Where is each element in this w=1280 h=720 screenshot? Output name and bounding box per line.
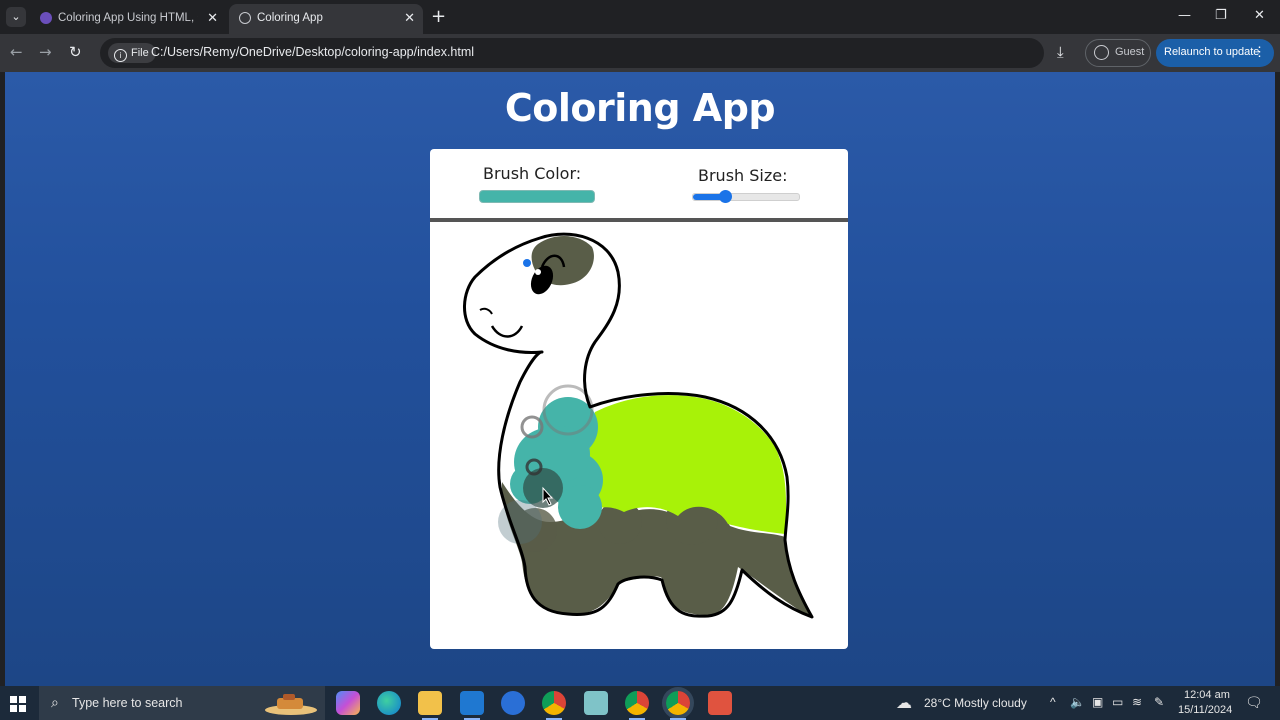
restore-icon[interactable]: ❐ [1215, 8, 1227, 23]
search-placeholder: Type here to search [72, 696, 183, 710]
more-menu-icon[interactable]: ⋮ [1253, 44, 1266, 60]
pen-icon[interactable]: ✎ [1154, 695, 1164, 709]
download-icon[interactable]: ⤓ [1057, 43, 1064, 61]
tab-title: Coloring App Using HTML, CSS [58, 12, 198, 24]
search-highlight-art-icon [265, 694, 317, 715]
tab-title: Coloring App [257, 12, 323, 24]
app-favicon-icon [40, 12, 52, 24]
tab-coloring-app-tutorial[interactable]: Coloring App Using HTML, CSS ✕ [30, 4, 226, 34]
app-card: Brush Color: Brush Size: [430, 149, 848, 649]
app-store-icon[interactable] [501, 691, 525, 715]
back-icon[interactable]: ← [10, 43, 23, 61]
profile-icon [1094, 45, 1109, 60]
tab-coloring-app[interactable]: Coloring App ✕ [229, 4, 423, 34]
eye-highlight [535, 269, 541, 275]
weather-widget[interactable]: ☁ 28°C Mostly cloudy [896, 686, 1036, 720]
profile-button[interactable]: Guest [1085, 39, 1151, 67]
clock-date: 15/11/2024 [1178, 704, 1233, 716]
chrome-icon[interactable] [666, 691, 690, 720]
controls-bar: Brush Color: Brush Size: [430, 149, 848, 222]
address-bar[interactable]: i File C:/Users/Remy/OneDrive/Desktop/col… [100, 38, 1044, 68]
volume-icon[interactable]: 🔈 [1070, 695, 1085, 709]
brush-color-label: Brush Color: [483, 164, 582, 183]
clock[interactable]: 12:04 am 15/11/2024 [1174, 686, 1234, 720]
notepad-icon[interactable] [584, 691, 608, 715]
edge-icon[interactable] [377, 691, 401, 715]
chrome-icon[interactable] [542, 691, 566, 720]
notification-icon[interactable]: 🗨 [1245, 694, 1263, 711]
smile [490, 325, 524, 338]
tab-strip: ⌄ Coloring App Using HTML, CSS ✕ Colorin… [0, 0, 1280, 34]
slider-thumb[interactable] [719, 190, 732, 203]
reload-icon[interactable]: ↻ [69, 43, 82, 61]
page-content: Coloring App Brush Color: Brush Size: [5, 72, 1275, 686]
weather-text: 28°C Mostly cloudy [924, 696, 1027, 710]
tab-search-button[interactable]: ⌄ [6, 7, 26, 27]
network-icon[interactable]: ▣ [1092, 695, 1103, 709]
forward-icon[interactable]: → [39, 43, 52, 61]
chrome-icon[interactable] [625, 691, 649, 720]
close-icon[interactable]: ✕ [404, 10, 415, 26]
brush-size-label: Brush Size: [698, 166, 788, 185]
profile-label: Guest [1115, 46, 1145, 58]
globe-icon [239, 12, 251, 24]
close-window-icon[interactable]: ✕ [1254, 8, 1265, 23]
brush-preview-dot [523, 259, 531, 267]
url-text[interactable]: C:/Users/Remy/OneDrive/Desktop/coloring-… [151, 45, 474, 59]
copilot-icon[interactable] [336, 691, 360, 715]
site-info-chip[interactable]: i File [108, 43, 156, 63]
cloud-icon: ☁ [896, 695, 912, 712]
system-tray: ^ 🔈 ▣ ▭ ≋ ✎ [1048, 686, 1172, 720]
nostril [479, 307, 493, 315]
brush-color-picker[interactable] [479, 190, 595, 203]
windows-start-icon[interactable] [10, 696, 26, 712]
search-icon: ⌕ [51, 694, 59, 710]
browser-toolbar: ← → ↻ i File C:/Users/Remy/OneDrive/Deskt… [0, 34, 1280, 72]
wifi-icon[interactable]: ≋ [1132, 695, 1142, 709]
drawing-canvas[interactable] [430, 222, 848, 649]
relaunch-button[interactable]: Relaunch to update ⋮ [1156, 39, 1274, 67]
relaunch-label: Relaunch to update [1164, 46, 1260, 58]
chevron-up-icon[interactable]: ^ [1050, 695, 1056, 709]
page-title: Coloring App [504, 86, 776, 130]
brush-size-slider[interactable] [692, 190, 800, 203]
taskbar: ⌕ Type here to search ☁ 28°C Mostly clou… [0, 686, 1280, 720]
code-editor-icon[interactable] [708, 691, 732, 715]
taskbar-search-box[interactable]: ⌕ Type here to search [39, 686, 325, 720]
minimize-icon[interactable]: — [1178, 8, 1191, 23]
file-explorer-icon[interactable] [418, 691, 442, 720]
battery-icon[interactable]: ▭ [1112, 695, 1123, 709]
new-tab-button[interactable]: + [431, 6, 446, 27]
vscode-icon[interactable] [460, 691, 484, 720]
close-icon[interactable]: ✕ [207, 10, 218, 26]
clock-time: 12:04 am [1184, 689, 1230, 701]
info-icon: i [114, 49, 127, 62]
